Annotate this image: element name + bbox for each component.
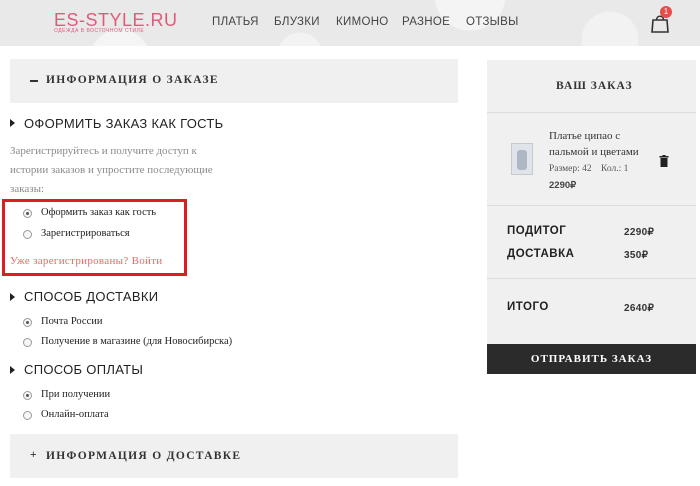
total-label: ИТОГО: [507, 301, 549, 313]
product-name[interactable]: Платье ципао с пальмой и цветами: [549, 128, 639, 160]
divider: [487, 112, 696, 113]
subtotal-value: 2290₽: [624, 227, 655, 238]
divider: [487, 278, 696, 279]
nav-item-misc[interactable]: РАЗНОЕ: [402, 16, 450, 28]
delivery-section-title: СПОСОБ ДОСТАВКИ: [24, 289, 159, 304]
radio-russian-post[interactable]: [23, 318, 32, 327]
trash-icon[interactable]: [659, 155, 669, 167]
expand-icon: +: [30, 449, 38, 461]
nav-item-kimono[interactable]: КИМОНО: [336, 16, 389, 28]
product-name-line: пальмой и цветами: [549, 146, 639, 158]
nav-item-reviews[interactable]: ОТЗЫВЫ: [466, 16, 519, 28]
radio-online-payment[interactable]: [23, 411, 32, 420]
delivery-info-title: ИНФОРМАЦИЯ О ДОСТАВКЕ: [46, 450, 242, 462]
radio-online-payment-label[interactable]: Онлайн-оплата: [41, 409, 109, 420]
order-info-title: ИНФОРМАЦИЯ О ЗАКАЗЕ: [46, 74, 219, 86]
caret-right-icon: [10, 119, 15, 127]
guest-hint-line: Зарегистрируйтесь и получите доступ к: [10, 145, 197, 157]
caret-right-icon: [10, 366, 15, 374]
radio-store-pickup[interactable]: [23, 338, 32, 347]
radio-cash-on-delivery[interactable]: [23, 391, 32, 400]
product-qty: Кол.: 1: [601, 164, 629, 174]
guest-section-title: ОФОРМИТЬ ЗАКАЗ КАК ГОСТЬ: [24, 116, 224, 131]
order-summary-panel: [487, 60, 696, 372]
submit-order-button[interactable]: ОТПРАВИТЬ ЗАКАЗ: [487, 344, 696, 374]
payment-section-title: СПОСОБ ОПЛАТЫ: [24, 362, 144, 377]
nav-item-blouses[interactable]: БЛУЗКИ: [274, 16, 320, 28]
divider: [487, 205, 696, 206]
subtotal-label: ПОДИТОГ: [507, 225, 567, 237]
caret-right-icon: [10, 293, 15, 301]
product-thumbnail[interactable]: [511, 143, 533, 175]
radio-store-pickup-label[interactable]: Получение в магазине (для Новосибирска): [41, 336, 232, 347]
guest-hint-line: заказы:: [10, 183, 45, 195]
order-summary-title: ВАШ ЗАКАЗ: [556, 80, 633, 92]
product-name-line: Платье ципао с: [549, 130, 621, 142]
product-size: Размер: 42: [549, 164, 592, 174]
guest-hint: Зарегистрируйтесь и получите доступ к ис…: [10, 142, 213, 199]
product-price: 2290₽: [549, 180, 577, 191]
radio-russian-post-label[interactable]: Почта России: [41, 316, 103, 327]
guest-hint-line: истории заказов и упростите последующие: [10, 164, 213, 176]
cart-count-badge: 1: [660, 6, 672, 18]
shipping-value: 350₽: [624, 250, 649, 261]
nav-item-dresses[interactable]: ПЛАТЬЯ: [212, 16, 259, 28]
radio-cash-on-delivery-label[interactable]: При получении: [41, 389, 110, 400]
shipping-label: ДОСТАВКА: [507, 248, 575, 260]
logo-tagline: ОДЕЖДА В ВОСТОЧНОМ СТИЛЕ: [54, 28, 145, 34]
annotation-highlight-box: [2, 199, 187, 276]
total-value: 2640₽: [624, 303, 655, 314]
